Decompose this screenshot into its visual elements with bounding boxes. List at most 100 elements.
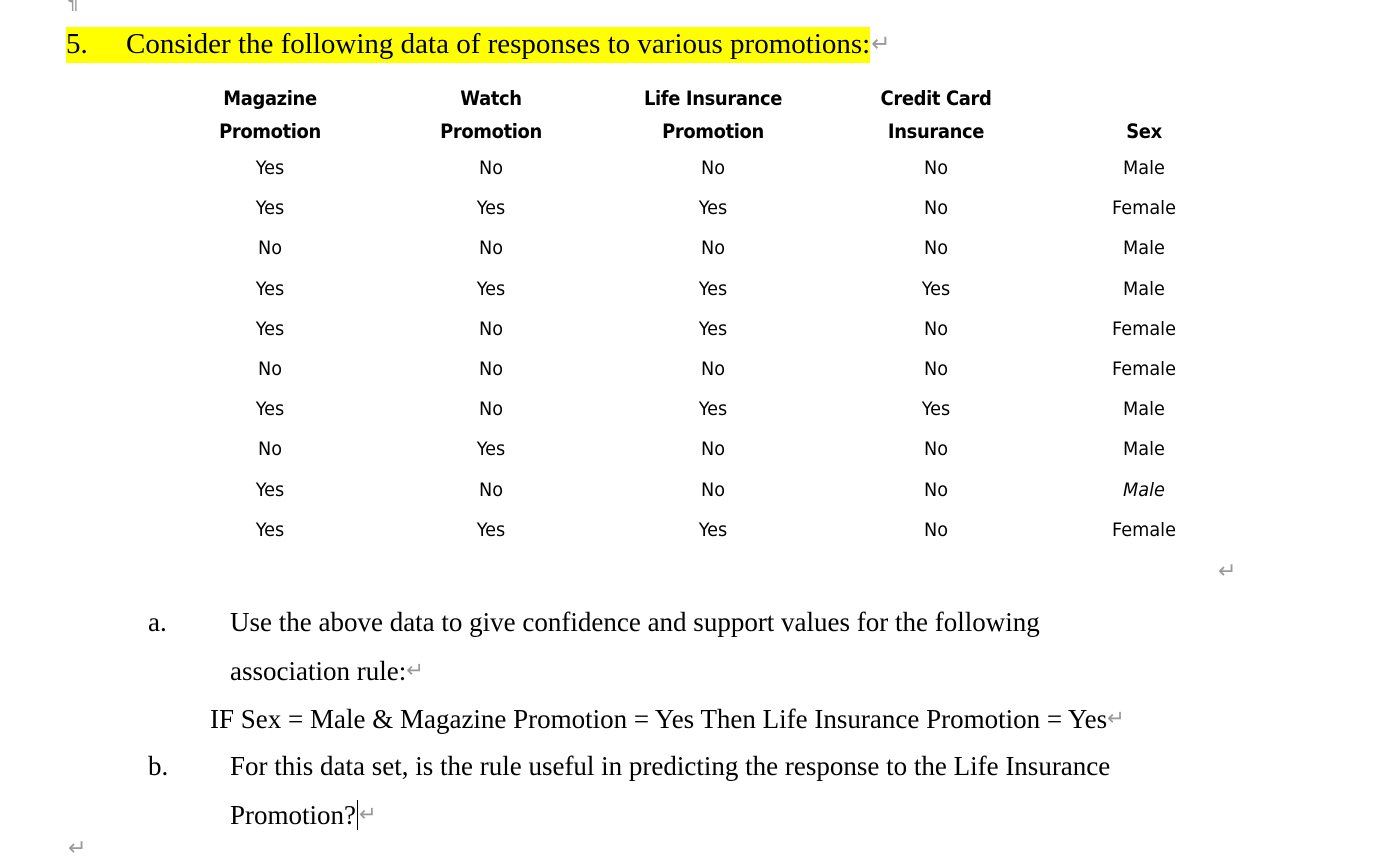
paragraph-mark-top: ¶ — [66, 0, 79, 14]
paragraph-mark-bottom: ↵ — [68, 836, 87, 861]
return-mark-rule: ↵ — [1107, 706, 1125, 730]
table-cell: Yes — [255, 317, 285, 340]
table-cell: Yes — [921, 398, 951, 421]
table-cell: Yes — [476, 518, 506, 541]
association-rule-text: IF Sex = Male & Magazine Promotion = Yes… — [210, 704, 1108, 734]
table-row: Yes Yes Yes No Female — [160, 188, 1240, 228]
table-cell: Yes — [698, 398, 728, 421]
table-row: Yes Yes Yes No Female — [160, 510, 1240, 550]
return-mark-table: ↵ — [1218, 559, 1237, 584]
header-line-2: Sex — [1126, 120, 1162, 143]
table-cell: Yes — [476, 277, 506, 300]
list-item-b-letter: b. — [148, 751, 169, 781]
table-cell: Female — [1112, 317, 1176, 340]
table-cell: Yes — [698, 197, 728, 220]
list-item-a-line-1: Use the above data to give confidence an… — [230, 607, 1040, 637]
table-cell: No — [923, 518, 949, 541]
table-row: No No No No Male — [160, 228, 1240, 268]
table-cell: Yes — [255, 277, 285, 300]
question-text: Consider the following data of responses… — [126, 28, 871, 60]
table-cell: Yes — [255, 398, 285, 421]
table-cell: Yes — [476, 197, 506, 220]
table-cell: No — [700, 237, 726, 260]
table-cell: No — [700, 358, 726, 381]
list-item-a-line-2: association rule:↵ — [230, 656, 424, 686]
table-cell: Yes — [698, 518, 728, 541]
table-cell: No — [478, 317, 504, 340]
table-cell: Male — [1123, 398, 1165, 421]
table-cell: Yes — [255, 518, 285, 541]
promotions-data-table: Magazine Promotion Watch Promotion Life … — [160, 82, 1240, 550]
table-cell: Yes — [255, 478, 285, 501]
document-page: ¶ 5. Consider the following data of respo… — [0, 0, 1377, 863]
table-row: Yes No No No Male — [160, 470, 1240, 510]
header-line-1: Life Insurance — [643, 87, 783, 110]
table-cell: Yes — [255, 157, 285, 179]
table-cell: No — [923, 358, 949, 381]
question-heading: 5. Consider the following data of respons… — [66, 24, 1306, 64]
header-line-1: Magazine — [223, 87, 317, 110]
table-row: Yes Yes Yes Yes Male — [160, 269, 1240, 309]
column-header-magazine-promotion: Magazine Promotion — [169, 82, 371, 148]
table-row: No Yes No No Male — [160, 429, 1240, 469]
table-cell: No — [923, 237, 949, 260]
table-cell: No — [923, 197, 949, 220]
list-item-b: b. For this data set, is the rule useful… — [148, 742, 1278, 839]
table-cell: No — [700, 478, 726, 501]
table-cell: No — [923, 317, 949, 340]
question-number: 5. — [66, 28, 88, 60]
list-item-b-line-1: For this data set, is the rule useful in… — [230, 751, 1111, 781]
table-header-row: Magazine Promotion Watch Promotion Life … — [160, 82, 1240, 148]
header-line-2: Promotion — [662, 120, 764, 143]
question-highlight: 5. Consider the following data of respons… — [66, 27, 871, 63]
association-rule-line: IF Sex = Male & Magazine Promotion = Yes… — [210, 694, 1125, 743]
table-cell: No — [257, 438, 283, 461]
column-header-sex: Sex — [1056, 82, 1233, 148]
table-cell: Yes — [698, 317, 728, 340]
column-header-watch-promotion: Watch Promotion — [389, 82, 593, 148]
table-cell: No — [257, 358, 283, 381]
table-cell: Male — [1123, 277, 1165, 300]
table-row: No No No No Female — [160, 349, 1240, 389]
list-item-b-line-2: Promotion? ↵ — [230, 800, 377, 830]
table-cell: Male — [1123, 157, 1165, 179]
table-cell: Female — [1112, 518, 1176, 541]
table-cell: No — [478, 157, 504, 179]
list-item-a-letter: a. — [148, 607, 167, 637]
table-cell: No — [478, 478, 504, 501]
table-cell: No — [923, 157, 949, 179]
table-row: Yes No Yes Yes Male — [160, 389, 1240, 429]
header-line-2: Promotion — [219, 120, 321, 143]
return-mark-item-a: ↵ — [406, 658, 424, 682]
text-cursor — [357, 800, 358, 830]
table-row: Yes No Yes No Female — [160, 309, 1240, 349]
table-cell: No — [923, 438, 949, 461]
table-cell: Yes — [476, 438, 506, 461]
header-line-1: Credit Card — [880, 87, 992, 110]
table-cell: No — [700, 438, 726, 461]
table-cell: No — [478, 237, 504, 260]
table-body: Yes No No No Male Yes Yes Yes No Female No No No No Ma… — [160, 148, 1240, 550]
table-cell: Yes — [255, 197, 285, 220]
table-cell: No — [257, 237, 283, 260]
table-cell: No — [478, 398, 504, 421]
list-item-a: a. Use the above data to give confidence… — [148, 598, 1278, 695]
table-cell: No — [478, 358, 504, 381]
table-header: Magazine Promotion Watch Promotion Life … — [160, 82, 1240, 148]
table-cell: Male — [1123, 438, 1165, 461]
header-line-2: Insurance — [887, 120, 985, 143]
table-cell: Male — [1123, 237, 1165, 260]
header-line-2: Promotion — [440, 120, 542, 143]
list-item-a-body: Use the above data to give confidence an… — [230, 598, 1278, 695]
table-cell: Male — [1123, 478, 1165, 501]
table-cell: Female — [1112, 197, 1176, 220]
column-header-credit-card-insurance: Credit Card Insurance — [833, 82, 1039, 148]
return-mark-item-b: ↵ — [359, 802, 377, 826]
table-cell: Yes — [921, 277, 951, 300]
table-row: Yes No No No Male — [160, 148, 1240, 188]
list-item-b-body: For this data set, is the rule useful in… — [230, 742, 1278, 839]
table-cell: Female — [1112, 358, 1176, 381]
table-cell: No — [700, 157, 726, 179]
column-header-life-insurance-promotion: Life Insurance Promotion — [611, 82, 815, 148]
table-cell: No — [923, 478, 949, 501]
